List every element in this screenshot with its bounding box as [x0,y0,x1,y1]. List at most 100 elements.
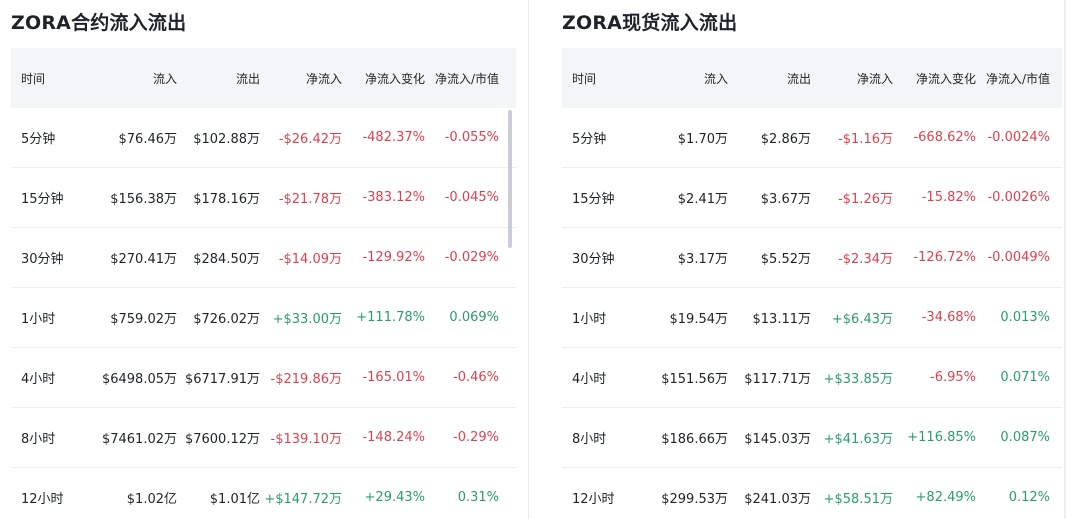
panel-divider [528,0,529,519]
outflow-cell: $117.71万 [744,372,811,387]
net-change-cell: -126.72% [913,250,976,265]
spot-flow-panel: ZORA现货流入流出 时间 流入 流出 净流入 净流入变化 净流入/市值 5分钟… [562,0,1062,519]
net-change-cell: -129.92% [362,250,425,265]
period-cell: 30分钟 [572,252,615,267]
outflow-cell: $145.03万 [744,432,811,447]
net-ratio-cell: -0.029% [444,250,499,265]
period-cell: 8小时 [21,432,56,447]
table-header: 时间 流入 流出 净流入 净流入变化 净流入/市值 [562,48,1062,108]
table-row: 1小时 $759.02万 $726.02万 +$33.00万 +111.78% 0.069… [11,288,516,348]
net-change-cell: -383.12% [362,190,425,205]
inflow-cell: $7461.02万 [101,432,177,447]
net-ratio-cell: 0.071% [1000,370,1050,385]
net-inflow-cell: +$41.63万 [823,432,893,447]
period-cell: 4小时 [572,372,607,387]
net-ratio-cell: 0.31% [457,490,499,505]
header-inflow: 流入 [152,71,177,86]
period-cell: 15分钟 [572,192,615,207]
net-inflow-cell: -$1.16万 [838,132,893,147]
net-ratio-cell: 0.013% [1000,310,1050,325]
inflow-cell: $759.02万 [110,312,177,327]
table-row: 12小时 $299.53万 $241.03万 +$58.51万 +82.49% 0.12% [562,468,1062,519]
net-change-cell: +116.85% [907,430,976,445]
outflow-cell: $5.52万 [760,252,811,267]
table-row: 8小时 $7461.02万 $7600.12万 -$139.10万 -148.24% -0… [11,408,516,468]
net-inflow-cell: -$1.26万 [838,192,893,207]
contract-scrollbar[interactable] [508,110,512,248]
net-inflow-cell: +$58.51万 [823,492,893,507]
header-net-ratio: 净流入/市值 [434,71,499,86]
net-inflow-cell: -$219.86万 [270,372,342,387]
outflow-cell: $102.88万 [193,132,260,147]
net-ratio-cell: 0.069% [449,310,499,325]
net-ratio-cell: -0.045% [444,190,499,205]
header-net-change: 净流入变化 [915,71,976,86]
outflow-cell: $3.67万 [760,192,811,207]
outflow-cell: $726.02万 [193,312,260,327]
net-change-cell: -34.68% [921,310,976,325]
net-ratio-cell: 0.12% [1008,490,1050,505]
spot-flow-table: 时间 流入 流出 净流入 净流入变化 净流入/市值 5分钟 $1.70万 $2.86… [562,48,1062,519]
header-time: 时间 [572,71,597,86]
outflow-cell: $13.11万 [752,312,812,327]
net-ratio-cell: -0.29% [453,430,499,445]
table-row: 4小时 $151.56万 $117.71万 +$33.85万 -6.95% 0.071% [562,348,1062,408]
period-cell: 4小时 [21,372,56,387]
table-row: 15分钟 $2.41万 $3.67万 -$1.26万 -15.82% -0.0026% [562,168,1062,228]
inflow-cell: $156.38万 [110,192,177,207]
net-inflow-cell: -$139.10万 [270,432,342,447]
table-row: 4小时 $6498.05万 $6717.91万 -$219.86万 -165.01% -0… [11,348,516,408]
outflow-cell: $2.86万 [760,132,811,147]
outflow-cell: $1.01亿 [209,492,260,507]
period-cell: 12小时 [21,492,64,507]
net-change-cell: -6.95% [930,370,976,385]
net-ratio-cell: -0.0024% [987,130,1050,145]
table-row: 30分钟 $3.17万 $5.52万 -$2.34万 -126.72% -0.0049% [562,228,1062,288]
net-ratio-cell: -0.0049% [987,250,1050,265]
net-change-cell: +111.78% [356,310,425,325]
inflow-cell: $1.02亿 [126,492,177,507]
header-net-inflow: 净流入 [305,71,342,86]
outflow-cell: $7600.12万 [184,432,260,447]
net-change-cell: -148.24% [362,430,425,445]
outflow-cell: $178.16万 [193,192,260,207]
header-net-ratio: 净流入/市值 [985,71,1050,86]
net-inflow-cell: +$33.00万 [272,312,342,327]
table-header: 时间 流入 流出 净流入 净流入变化 净流入/市值 [11,48,516,108]
inflow-cell: $2.41万 [677,192,728,207]
net-inflow-cell: -$21.78万 [278,192,342,207]
header-inflow: 流入 [703,71,728,86]
inflow-cell: $3.17万 [677,252,728,267]
net-ratio-cell: 0.087% [1000,430,1050,445]
net-change-cell: -165.01% [362,370,425,385]
header-outflow: 流出 [235,71,260,86]
net-inflow-cell: +$6.43万 [831,312,893,327]
inflow-cell: $19.54万 [669,312,729,327]
net-change-cell: +29.43% [364,490,425,505]
header-time: 时间 [21,71,46,86]
table-row: 12小时 $1.02亿 $1.01亿 +$147.72万 +29.43% 0.31% [11,468,516,519]
period-cell: 30分钟 [21,252,64,267]
period-cell: 1小时 [572,312,607,327]
period-cell: 1小时 [21,312,56,327]
period-cell: 5分钟 [21,132,56,147]
contract-flow-title: ZORA合约流入流出 [11,12,187,34]
outflow-cell: $284.50万 [193,252,260,267]
net-change-cell: -668.62% [913,130,976,145]
inflow-cell: $151.56万 [661,372,728,387]
table-row: 5分钟 $76.46万 $102.88万 -$26.42万 -482.37% -0.055… [11,108,516,168]
inflow-cell: $299.53万 [661,492,728,507]
spot-flow-title: ZORA现货流入流出 [562,12,738,34]
outflow-cell: $241.03万 [744,492,811,507]
net-change-cell: +82.49% [915,490,976,505]
inflow-cell: $186.66万 [661,432,728,447]
outflow-cell: $6717.91万 [184,372,260,387]
header-outflow: 流出 [786,71,811,86]
net-ratio-cell: -0.0026% [987,190,1050,205]
period-cell: 12小时 [572,492,615,507]
net-inflow-cell: -$2.34万 [838,252,893,267]
net-ratio-cell: -0.46% [453,370,499,385]
inflow-cell: $76.46万 [118,132,178,147]
header-net-inflow: 净流入 [856,71,893,86]
inflow-cell: $1.70万 [677,132,728,147]
